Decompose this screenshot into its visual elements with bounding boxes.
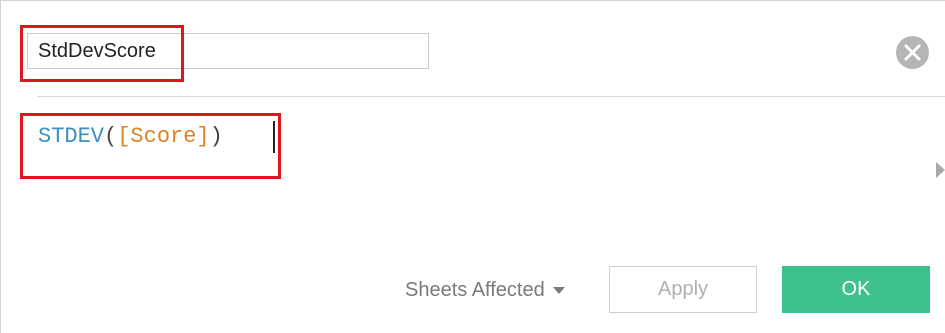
formula-function-token: STDEV (38, 124, 105, 149)
close-icon (904, 44, 921, 61)
ok-button[interactable]: OK (782, 266, 930, 313)
calculation-name-input[interactable] (27, 33, 429, 69)
formula-field-token: [Score] (117, 124, 210, 149)
calculation-editor-dialog: STDEV([Score]) Sheets Affected Apply OK (0, 0, 945, 333)
sheets-affected-label: Sheets Affected (405, 279, 545, 301)
close-button[interactable] (896, 36, 929, 69)
text-caret (273, 121, 275, 153)
formula-open-paren: ( (104, 124, 118, 149)
apply-button[interactable]: Apply (609, 266, 757, 313)
sheets-affected-dropdown[interactable]: Sheets Affected (405, 275, 565, 305)
chevron-right-icon[interactable] (936, 162, 945, 178)
header-divider (37, 96, 945, 97)
formula-editor[interactable]: STDEV([Score]) (38, 121, 223, 153)
formula-close-paren: ) (209, 124, 223, 149)
caret-down-icon (552, 286, 565, 294)
